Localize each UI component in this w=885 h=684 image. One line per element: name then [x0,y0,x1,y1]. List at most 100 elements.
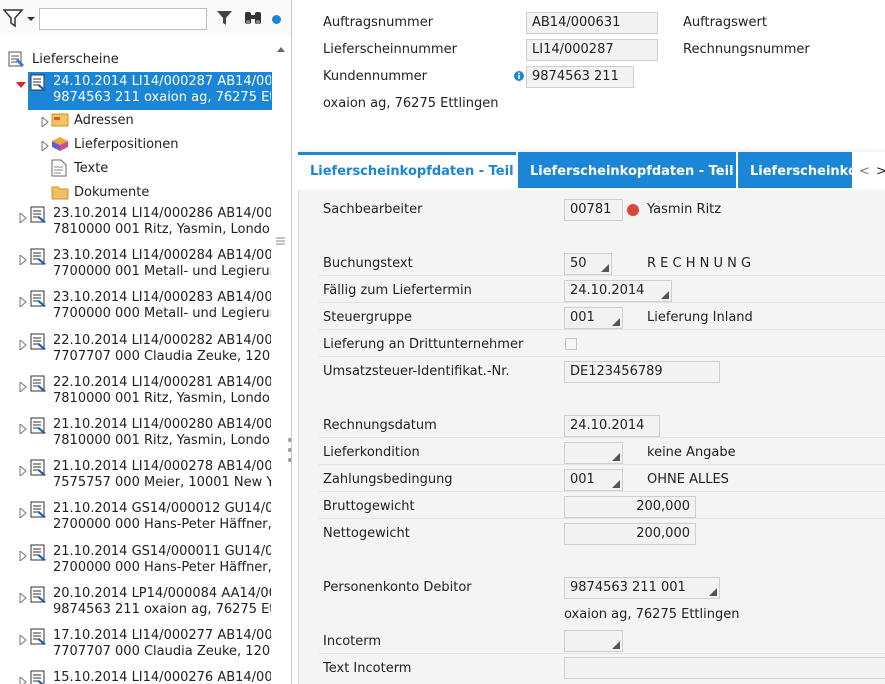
address-card-icon [51,112,69,130]
expand-arrow-icon[interactable] [18,675,28,684]
tree-item[interactable]: 21.10.2014 LI14/000278 AB14/000 7575757 0… [0,459,272,495]
tree-child-dokumente[interactable]: Dokumente [0,183,272,203]
info-icon[interactable] [514,71,524,81]
faellig-combo[interactable]: 24.10.2014 [564,280,672,302]
tree-item[interactable]: 21.10.2014 LI14/000280 AB14/000 7810000 0… [0,417,272,453]
lieferscheinnummer-label: Lieferscheinnummer [323,42,457,57]
buchungstext-label: Buchungstext [323,256,413,271]
expand-arrow-icon[interactable] [18,591,28,605]
tree-root[interactable]: Lieferscheine [0,50,272,70]
tab-scroll-right-button[interactable]: > [876,164,885,179]
delivery-note-icon [30,74,48,92]
zahlungsbedingung-combo[interactable]: 001 [564,469,623,491]
auftragsnummer-field[interactable]: AB14/000631 [526,12,658,34]
incoterm-combo[interactable] [564,630,623,652]
expand-arrow-icon[interactable] [18,338,28,352]
tree-item[interactable]: 17.10.2014 LI14/000277 AB14/000 7707707 0… [0,628,272,664]
expand-arrow-icon[interactable] [18,380,28,394]
ustid-field[interactable]: DE123456789 [564,361,720,383]
tree-item-line2: 9874563 211 oxaion ag, 76275 Ettl [53,602,271,617]
tree-item[interactable]: 21.10.2014 GS14/000011 GU14/00 2700000 00… [0,544,272,580]
expand-arrow-icon[interactable] [40,139,50,153]
tree-item-line2: 7700000 001 Metall- und Legierun [53,264,271,279]
expand-arrow-icon[interactable] [18,464,28,478]
sachbearbeiter-name: Yasmin Ritz [647,202,722,217]
steuergruppe-combo[interactable]: 001 [564,307,623,329]
tree-scrollbar[interactable] [272,40,290,684]
sachbearbeiter-field[interactable]: 00781 [564,199,623,221]
nettogewicht-field[interactable]: 200,000 [564,523,696,545]
binoculars-icon[interactable] [243,8,265,28]
tree-item-line1: 21.10.2014 LI14/000280 AB14/000 [53,417,271,432]
tree-child-adressen[interactable]: Adressen [0,111,272,131]
tree-search-input[interactable] [39,8,207,30]
tree-item-line1: 21.10.2014 LI14/000278 AB14/000 [53,459,271,474]
scroll-grip-icon[interactable] [272,236,290,246]
tree-item[interactable]: 20.10.2014 LP14/000084 AA14/000 9874563 2… [0,586,272,622]
tree-item-line2: 7707707 000 Claudia Zeuke, 1209 [53,644,271,659]
expand-arrow-icon[interactable] [18,295,28,309]
kundennummer-field[interactable]: 9874563 211 [526,66,634,88]
tree-item[interactable]: 22.10.2014 LI14/000281 AB14/000 7810000 0… [0,375,272,411]
expand-arrow-icon[interactable] [18,253,28,267]
tree-item-line2: 9874563 211 oxaion ag, 76275 Ettl [53,90,271,105]
tab-kopfdaten-teil-1[interactable]: Lieferscheinkopfdaten - Teil 1 [298,152,516,188]
delivery-note-icon [30,333,48,351]
tree-child-texte[interactable]: Texte [0,159,272,179]
rechnungsdatum-field[interactable]: 24.10.2014 [564,415,660,437]
tree-item-line1: 24.10.2014 LI14/000287 AB14/000 [53,74,271,89]
row-divider [319,653,885,654]
tree-item-line1: 17.10.2014 LI14/000277 AB14/000 [53,628,271,643]
personenkonto-combo[interactable]: 9874563 211 001 [564,577,720,599]
zahlungsbedingung-label: Zahlungsbedingung [323,472,453,487]
splitter-handle-icon[interactable] [287,436,292,466]
tree-child-label: Texte [74,161,109,176]
zahlungsbedingung-description: OHNE ALLES [647,472,729,487]
expand-arrow-icon[interactable] [18,422,28,436]
tree-item[interactable]: 22.10.2014 LI14/000282 AB14/000 7707707 0… [0,333,272,369]
tree-child-label: Dokumente [74,185,150,200]
lieferscheinnummer-field[interactable]: LI14/000287 [526,39,658,61]
row-divider [319,491,885,492]
tree-item-selected-text: 24.10.2014 LI14/000287 AB14/000 9874563 … [53,74,271,106]
tree-child-label: Lieferpositionen [74,137,179,152]
tab-scroll-left-button[interactable]: < [859,164,870,179]
tree-toolbar [0,0,291,36]
expand-arrow-icon[interactable] [18,549,28,563]
tab-kopfdaten-more[interactable]: Lieferscheinkop [738,152,852,188]
tab-kopfdaten-teil-2[interactable]: Lieferscheinkopfdaten - Teil 2 [518,152,736,188]
collapse-arrow-icon[interactable] [16,79,26,89]
tree-item-line1: 23.10.2014 LI14/000283 AB14/000 [53,290,271,305]
delivery-note-icon [30,417,48,435]
scroll-up-arrow-icon[interactable] [272,40,290,60]
drittunternehmer-checkbox[interactable] [565,338,577,350]
expand-arrow-icon[interactable] [18,633,28,647]
tree-child-lieferpositionen[interactable]: Lieferpositionen [0,135,272,155]
filter-icon[interactable] [216,8,238,28]
lieferkondition-combo[interactable] [564,442,623,464]
expand-arrow-icon[interactable] [18,211,28,225]
expand-arrow-icon[interactable] [40,115,50,129]
row-divider [319,437,885,438]
row-divider [319,302,885,303]
delivery-note-icon [30,670,48,684]
filter-dropdown-icon[interactable] [2,8,35,28]
tree-item-text: 22.10.2014 LI14/000282 AB14/000 7707707 0… [53,333,271,365]
tree-item[interactable]: 15.10.2014 LI14/000276 AB14/000 [0,670,272,684]
tree-item[interactable]: 21.10.2014 GS14/000012 GU14/00 2700000 00… [0,501,272,537]
row-divider [319,356,885,357]
text-incoterm-field[interactable] [564,657,885,679]
tree-item-line2: 7700000 000 Metall- und Legierun [53,306,271,321]
tree-item-text: 23.10.2014 LI14/000283 AB14/000 7700000 0… [53,290,271,322]
tree-item[interactable]: 23.10.2014 LI14/000284 AB14/000 7700000 0… [0,248,272,284]
steuergruppe-label: Steuergruppe [323,310,413,325]
rechnungsnummer-label: Rechnungsnummer [683,42,810,57]
tree-item[interactable]: 23.10.2014 LI14/000283 AB14/000 7700000 0… [0,290,272,326]
tree-item[interactable]: 23.10.2014 LI14/000286 AB14/000 7810000 0… [0,206,272,242]
steuergruppe-description: Lieferung Inland [647,310,753,325]
buchungstext-description: R E C H N U N G [647,256,752,271]
buchungstext-combo[interactable]: 50 [564,253,612,275]
tree-item-line1: 23.10.2014 LI14/000284 AB14/000 [53,248,271,263]
expand-arrow-icon[interactable] [18,506,28,520]
bruttogewicht-field[interactable]: 200,000 [564,496,696,518]
